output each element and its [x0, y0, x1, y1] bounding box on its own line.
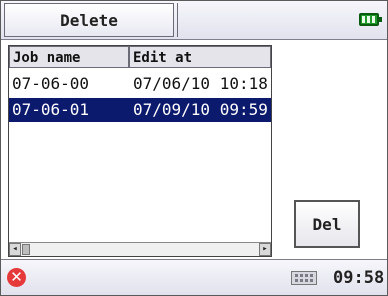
scroll-right-arrow-icon[interactable]: ▸	[259, 243, 271, 256]
del-button[interactable]: Del	[294, 200, 360, 248]
job-name-cell: 07-06-00	[12, 74, 90, 93]
edit-at-cell: 07/06/10 10:18	[133, 74, 268, 93]
keyboard-icon[interactable]	[291, 271, 317, 285]
edit-at-cell: 07/09/10 09:59	[133, 100, 268, 119]
battery-full-icon	[359, 13, 382, 26]
column-header-job-name[interactable]: Job name	[9, 46, 129, 68]
column-header-edit-at[interactable]: Edit at	[129, 46, 271, 68]
title-bar: Delete	[1, 1, 387, 40]
table-header: Job name Edit at	[9, 46, 271, 70]
table-row-selected[interactable]: 07-06-01 07/09/10 09:59	[9, 98, 271, 122]
header-divider	[177, 3, 178, 37]
screen-title: Delete	[4, 3, 174, 37]
job-name-cell: 07-06-01	[12, 100, 90, 119]
table-row[interactable]: 07-06-00 07/06/10 10:18	[9, 72, 271, 96]
horizontal-scrollbar[interactable]: ◂ ▸	[9, 242, 271, 256]
job-table[interactable]: Job name Edit at 07-06-00 07/06/10 10:18…	[8, 45, 272, 257]
scroll-left-arrow-icon[interactable]: ◂	[9, 243, 21, 256]
scroll-thumb[interactable]	[22, 244, 30, 255]
clock-time: 09:58	[333, 268, 385, 288]
close-icon[interactable]: ✕	[7, 268, 26, 287]
status-bar: ✕ 09:58	[1, 259, 387, 295]
delete-screen: Delete Job name Edit at 07-06-00 07/06/1…	[0, 0, 388, 296]
